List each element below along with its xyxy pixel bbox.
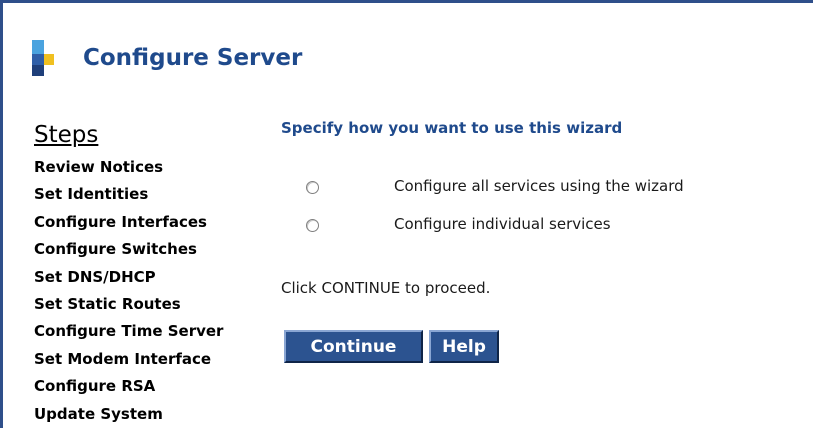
step-set-dns-dhcp: Set DNS/DHCP xyxy=(34,267,156,286)
logo-block-yellow-icon xyxy=(44,54,54,65)
step-set-modem-interface: Set Modem Interface xyxy=(34,349,212,368)
option-individual-services-label[interactable]: Configure individual services xyxy=(394,215,611,233)
steps-list: Review Notices Set Identities Configure … xyxy=(34,154,223,428)
step-review-notices: Review Notices xyxy=(34,158,164,176)
option-all-services[interactable]: Configure all services using the wizard xyxy=(306,177,786,197)
step-set-identities: Set Identities xyxy=(34,185,149,204)
help-button[interactable]: Help xyxy=(429,330,499,363)
steps-heading: Steps xyxy=(34,122,99,148)
step-configure-time-server: Configure Time Server xyxy=(34,322,224,341)
continue-button[interactable]: Continue xyxy=(284,330,423,363)
logo-block-top-icon xyxy=(32,40,44,54)
radio-individual-services[interactable] xyxy=(306,219,319,232)
logo-block-bottom-icon xyxy=(32,65,44,76)
wizard-window: Configure Server Steps Review Notices Se… xyxy=(0,0,813,428)
page-title: Configure Server xyxy=(83,45,303,71)
step-update-system: Update System xyxy=(34,404,163,423)
logo-block-middle-icon xyxy=(32,54,44,65)
step-configure-rsa: Configure RSA xyxy=(34,377,156,396)
step-configure-interfaces: Configure Interfaces xyxy=(34,212,207,231)
step-set-static-routes: Set Static Routes xyxy=(34,295,181,314)
continue-instruction: Click CONTINUE to proceed. xyxy=(281,279,491,297)
option-all-services-label[interactable]: Configure all services using the wizard xyxy=(394,177,684,195)
option-individual-services[interactable]: Configure individual services xyxy=(306,215,786,235)
app-logo-icon xyxy=(32,40,54,76)
radio-all-services[interactable] xyxy=(306,181,319,194)
wizard-prompt: Specify how you want to use this wizard xyxy=(281,119,623,137)
step-configure-switches: Configure Switches xyxy=(34,240,197,259)
